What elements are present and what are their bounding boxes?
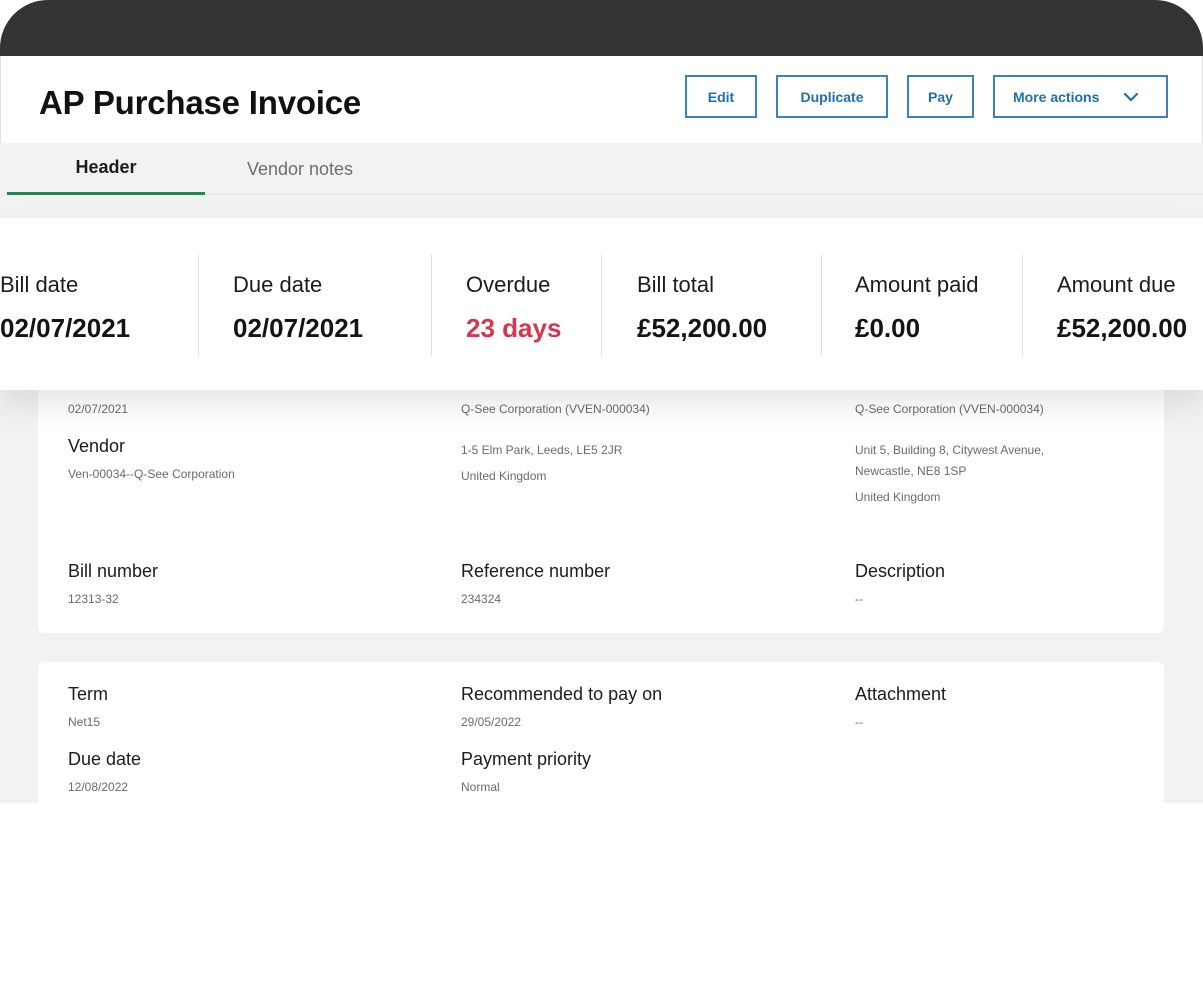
- summary-value: 02/07/2021: [233, 313, 364, 343]
- pay-to-name: Q-See Corporation (VVEN-000034): [461, 402, 650, 416]
- chevron-down-icon: [1123, 92, 1139, 102]
- pay-button[interactable]: Pay: [907, 75, 974, 118]
- field-value: 29/05/2022: [461, 715, 522, 729]
- field-value: 12/08/2022: [68, 780, 129, 794]
- bill-number-field: Bill number 12313-32: [68, 561, 158, 606]
- tab-bar: Header Vendor notes: [0, 143, 1203, 195]
- attachment-field: Attachment --: [855, 684, 946, 729]
- field-label: Recommended to pay on: [461, 684, 663, 704]
- field-value[interactable]: --: [855, 715, 946, 729]
- summary-label: Overdue: [466, 272, 551, 297]
- summary-divider: [821, 255, 822, 355]
- overdue-value: 23 days: [466, 313, 562, 343]
- field-label: Reference number: [461, 561, 611, 581]
- summary-label: Bill date: [0, 272, 79, 297]
- summary-value: £52,200.00: [1057, 313, 1188, 343]
- bill-date-value: 02/07/2021: [68, 402, 129, 416]
- pay-to-address: 1-5 Elm Park, Leeds, LE5 2JR: [461, 443, 623, 457]
- more-actions-button[interactable]: More actions: [993, 75, 1168, 118]
- return-to-address-line2: Newcastle, NE8 1SP: [855, 464, 967, 478]
- summary-divider: [1022, 255, 1023, 355]
- payment-priority-field: Payment priority Normal: [461, 749, 591, 794]
- field-label: Payment priority: [461, 749, 592, 769]
- summary-divider: [198, 255, 199, 355]
- summary-amount-due: Amount due £52,200.00: [1057, 272, 1187, 344]
- summary-amount-paid: Amount paid £0.00: [855, 272, 979, 344]
- summary-label: Bill total: [637, 272, 715, 297]
- field-label: Description: [855, 561, 946, 581]
- bill-details-card: 02/07/2021 Vendor Ven-00034--Q-See Corpo…: [38, 356, 1164, 633]
- summary-bill-date: Bill date 02/07/2021: [0, 272, 130, 344]
- duplicate-button[interactable]: Duplicate: [776, 75, 888, 118]
- description-field: Description --: [855, 561, 945, 606]
- field-label: Vendor: [68, 436, 126, 456]
- vendor-field: Vendor Ven-00034--Q-See Corporation: [68, 436, 235, 481]
- field-label: Bill number: [68, 561, 159, 581]
- field-label: Due date: [68, 749, 142, 769]
- return-to-address-line1: Unit 5, Building 8, Citywest Avenue,: [855, 443, 1045, 457]
- summary-strip: Bill date 02/07/2021 Due date 02/07/2021…: [0, 218, 1203, 390]
- field-value: Normal: [461, 780, 500, 794]
- field-value: --: [855, 592, 863, 606]
- summary-divider: [601, 255, 602, 355]
- page-title: AP Purchase Invoice: [39, 84, 362, 121]
- field-value: Net15: [68, 715, 101, 729]
- field-label: Attachment: [855, 684, 947, 704]
- summary-value: 02/07/2021: [0, 313, 131, 343]
- field-value: 12313-32: [68, 592, 119, 606]
- field-value[interactable]: Ven-00034--Q-See Corporation: [68, 467, 235, 481]
- recommended-pay-field: Recommended to pay on 29/05/2022: [461, 684, 662, 729]
- summary-value: £52,200.00: [637, 313, 768, 343]
- field-label: Term: [68, 684, 108, 704]
- invoice-page: AP Purchase Invoice Edit Duplicate Pay M…: [0, 56, 1203, 803]
- title-bar: AP Purchase Invoice Edit Duplicate Pay M…: [0, 56, 1203, 143]
- return-to-country: United Kingdom: [855, 490, 941, 504]
- more-actions-label: More actions: [1013, 88, 1100, 105]
- summary-label: Amount due: [1057, 272, 1176, 297]
- term-field: Term Net15: [68, 684, 108, 729]
- return-to-name: Q-See Corporation (VVEN-000034): [855, 402, 1044, 416]
- tab-header[interactable]: Header: [7, 143, 205, 195]
- summary-due-date: Due date 02/07/2021: [233, 272, 363, 344]
- device-frame-top: [0, 0, 1203, 56]
- summary-divider: [431, 255, 432, 355]
- summary-value: £0.00: [855, 313, 921, 343]
- pay-to-country: United Kingdom: [461, 469, 547, 483]
- payment-terms-card: Term Net15 Due date 12/08/2022 Recommend…: [38, 662, 1164, 803]
- field-value: 234324: [461, 592, 502, 606]
- summary-label: Due date: [233, 272, 323, 297]
- tab-vendor-notes[interactable]: Vendor notes: [205, 143, 395, 195]
- summary-label: Amount paid: [855, 272, 979, 297]
- summary-overdue: Overdue 23 days: [466, 272, 561, 344]
- edit-button[interactable]: Edit: [685, 75, 757, 118]
- reference-number-field: Reference number 234324: [461, 561, 610, 606]
- summary-bill-total: Bill total £52,200.00: [637, 272, 767, 344]
- due-date-field: Due date 12/08/2022: [68, 749, 141, 794]
